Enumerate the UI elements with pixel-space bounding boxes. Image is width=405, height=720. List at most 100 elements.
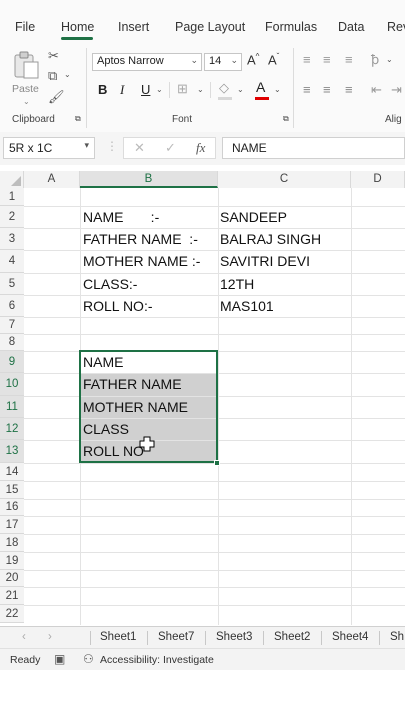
row-header-21[interactable]: 21 xyxy=(0,587,24,605)
decrease-indent-icon[interactable]: ⇤ xyxy=(371,82,382,98)
cell-b2[interactable]: NAME :- xyxy=(83,206,159,228)
accessibility-status[interactable]: Accessibility: Investigate xyxy=(100,654,214,666)
italic-button[interactable]: I xyxy=(120,82,124,98)
dialog-launcher-icon[interactable]: ⧉ xyxy=(75,114,81,124)
orientation-icon[interactable]: ꝥ xyxy=(371,52,379,68)
cell-b4[interactable]: MOTHER NAME :- xyxy=(83,250,200,272)
tab-insert[interactable]: Insert xyxy=(118,20,149,34)
row-header-20[interactable]: 20 xyxy=(0,570,24,587)
row-header-12[interactable]: 12 xyxy=(0,418,24,440)
chevron-down-icon: ⌄ xyxy=(274,85,281,94)
next-sheet-icon[interactable]: › xyxy=(48,631,52,643)
row-header-18[interactable]: 18 xyxy=(0,534,24,552)
row-header-17[interactable]: 17 xyxy=(0,516,24,534)
format-painter-icon[interactable]: 🖌 xyxy=(48,89,65,105)
previous-sheet-icon[interactable]: ‹ xyxy=(22,631,26,643)
row-header-2[interactable]: 2 xyxy=(0,206,24,228)
tab-formulas[interactable]: Formulas xyxy=(265,20,317,34)
sheet-tab[interactable]: Sheet7 xyxy=(158,631,194,643)
fill-color-icon[interactable]: ◇ xyxy=(219,80,229,96)
sheet-tab[interactable]: Sh xyxy=(390,631,404,643)
gridline xyxy=(24,587,405,588)
row-header-6[interactable]: 6 xyxy=(0,295,24,317)
sheet-tab[interactable]: Sheet3 xyxy=(216,631,252,643)
enter-icon[interactable]: ✓ xyxy=(165,140,176,156)
paste-label: Paste xyxy=(12,83,39,95)
name-box[interactable]: 5R x 1C ▾ xyxy=(3,137,95,159)
tab-home[interactable]: Home xyxy=(61,20,94,34)
cancel-icon[interactable]: ✕ xyxy=(134,140,145,156)
row-header-7[interactable]: 7 xyxy=(0,317,24,334)
cell-c2[interactable]: SANDEEP xyxy=(220,206,287,228)
formula-input[interactable]: NAME xyxy=(222,137,405,159)
row-header-16[interactable]: 16 xyxy=(0,499,24,516)
tab-page-layout[interactable]: Page Layout xyxy=(175,20,245,34)
column-header-a[interactable]: A xyxy=(24,171,80,188)
sheet-tab[interactable]: Sheet4 xyxy=(332,631,368,643)
cell-b6[interactable]: ROLL NO:- xyxy=(83,295,153,317)
accessibility-icon[interactable]: ⚇ xyxy=(83,652,94,666)
dialog-launcher-icon[interactable]: ⧉ xyxy=(283,114,289,124)
fill-handle[interactable] xyxy=(214,460,220,466)
macro-record-icon[interactable]: ▣ xyxy=(54,652,65,666)
chevron-down-icon: ⌄ xyxy=(190,55,198,65)
sheet-tab[interactable]: Sheet2 xyxy=(274,631,310,643)
align-bottom-icon[interactable]: ≡ xyxy=(345,52,353,67)
sheet-tab-bar: ‹ › Sheet1 Sheet7 Sheet3 Sheet2 Sheet4 S… xyxy=(0,626,405,649)
font-size-select[interactable]: 14 ⌄ xyxy=(204,53,242,71)
tab-data[interactable]: Data xyxy=(338,20,364,34)
row-header-8[interactable]: 8 xyxy=(0,334,24,351)
select-all-corner[interactable] xyxy=(0,171,24,188)
gridline xyxy=(24,334,405,335)
select-all-icon xyxy=(11,176,21,186)
row-header-4[interactable]: 4 xyxy=(0,250,24,273)
bold-button[interactable]: B xyxy=(98,82,107,97)
font-name-select[interactable]: Aptos Narrow ⌄ xyxy=(92,53,202,71)
status-bar: Ready ▣ ⚇ Accessibility: Investigate xyxy=(0,648,405,671)
row-header-1[interactable]: 1 xyxy=(0,188,24,206)
row-header-10[interactable]: 10 xyxy=(0,373,24,396)
row-header-11[interactable]: 11 xyxy=(0,396,24,418)
align-middle-icon[interactable]: ≡ xyxy=(323,52,331,67)
chevron-down-icon: ⌄ xyxy=(237,85,244,94)
copy-icon[interactable]: ⧉ xyxy=(48,68,57,84)
underline-button[interactable]: U xyxy=(141,82,150,97)
increase-font-size-icon[interactable]: A^ xyxy=(247,52,259,67)
tab-file[interactable]: File xyxy=(15,20,35,34)
sheet-tab[interactable]: Sheet1 xyxy=(100,631,136,643)
increase-indent-icon[interactable]: ⇥ xyxy=(391,82,402,98)
gridline xyxy=(24,516,405,517)
column-header-d[interactable]: D xyxy=(351,171,405,188)
row-header-15[interactable]: 15 xyxy=(0,481,24,499)
row-header-3[interactable]: 3 xyxy=(0,228,24,250)
decrease-font-size-icon[interactable]: Aˇ xyxy=(268,52,279,67)
cell-c5[interactable]: 12TH xyxy=(220,273,254,295)
tab-review[interactable]: Rev xyxy=(387,20,405,34)
column-header-c[interactable]: C xyxy=(218,171,351,188)
cell-c4[interactable]: SAVITRI DEVI xyxy=(220,250,310,272)
group-divider xyxy=(86,48,87,128)
cell-b5[interactable]: CLASS:- xyxy=(83,273,137,295)
borders-icon[interactable]: ⊞ xyxy=(177,81,188,97)
font-color-icon[interactable]: A xyxy=(256,79,265,95)
row-header-19[interactable]: 19 xyxy=(0,552,24,570)
cell-b3[interactable]: FATHER NAME :- xyxy=(83,228,198,250)
align-right-icon[interactable]: ≡ xyxy=(345,82,353,97)
scissors-icon[interactable]: ✂ xyxy=(48,48,59,64)
row-header-9[interactable]: 9 xyxy=(0,351,24,373)
divider xyxy=(205,631,206,645)
worksheet-grid[interactable]: A B C D 1 2 3 4 5 6 7 8 9 10 11 12 13 14… xyxy=(0,165,405,625)
row-header-22[interactable]: 22 xyxy=(0,605,24,623)
cell-c3[interactable]: BALRAJ SINGH xyxy=(220,228,321,250)
row-header-5[interactable]: 5 xyxy=(0,273,24,295)
align-top-icon[interactable]: ≡ xyxy=(303,52,311,67)
insert-function-icon[interactable]: fx xyxy=(196,140,205,156)
align-center-icon[interactable]: ≡ xyxy=(323,82,331,97)
status-ready: Ready xyxy=(10,654,41,666)
row-header-13[interactable]: 13 xyxy=(0,440,24,463)
row-header-14[interactable]: 14 xyxy=(0,463,24,481)
cell-c6[interactable]: MAS101 xyxy=(220,295,274,317)
paste-button[interactable]: Paste ⌄ xyxy=(10,48,42,106)
align-left-icon[interactable]: ≡ xyxy=(303,82,311,97)
column-header-b[interactable]: B xyxy=(80,171,218,188)
